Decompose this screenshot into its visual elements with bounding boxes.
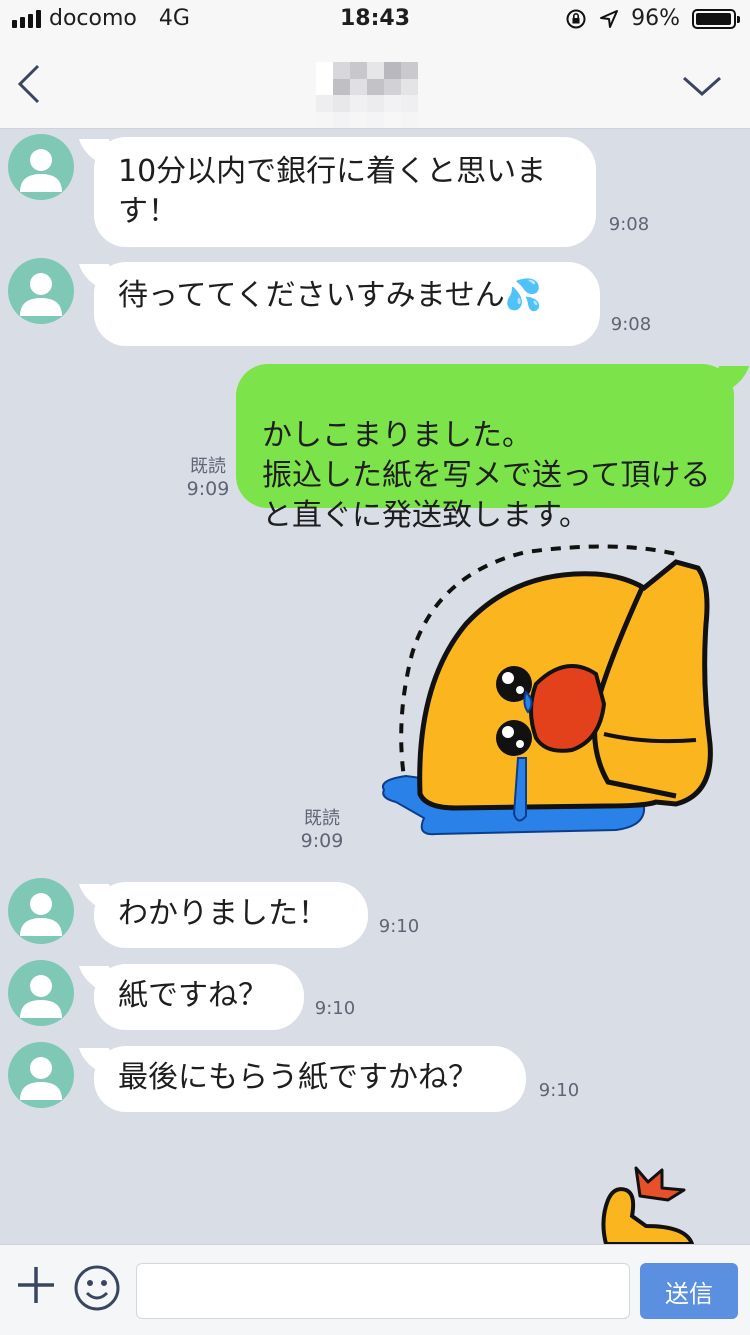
message-bubble-outgoing[interactable]: かしこまりました。 振込した紙を写メで送って頂けると直ぐに発送致します。 <box>236 364 734 533</box>
chevron-down-icon[interactable] <box>682 74 722 98</box>
message-text: 10分以内で銀行に着くと思います！ <box>118 154 547 229</box>
message-text: かしこまりました。 振込した紙を写メで送って頂けると直ぐに発送致します。 <box>262 418 711 533</box>
read-receipt: 既読 9:09 <box>178 456 238 500</box>
message-bubble-incoming[interactable]: 10分以内で銀行に着くと思います！ <box>94 137 596 247</box>
contact-name-pixelated[interactable] <box>316 62 418 128</box>
read-receipt: 既読 9:09 <box>292 808 352 852</box>
avatar[interactable] <box>8 1042 74 1108</box>
message-text: 最後にもらう紙ですかね？ <box>118 1060 478 1095</box>
message-text: 紙ですね？ <box>118 978 268 1013</box>
message-input-bar: 送信 <box>0 1244 750 1335</box>
status-right: 96% <box>565 6 740 31</box>
message-time: 9:09 <box>186 478 230 500</box>
thumbs-up-sticker[interactable] <box>596 1160 706 1244</box>
default-user-icon <box>20 1057 62 1100</box>
avatar[interactable] <box>8 878 74 944</box>
message-input[interactable] <box>136 1263 630 1319</box>
chat-header <box>0 40 750 129</box>
location-arrow-icon <box>600 9 619 28</box>
message-time: 9:10 <box>378 916 420 937</box>
smiley-icon[interactable] <box>74 1265 120 1311</box>
read-label: 既読 <box>304 808 340 829</box>
avatar[interactable] <box>8 134 74 200</box>
message-bubble-incoming[interactable]: わかりました！ <box>94 882 368 948</box>
battery-icon <box>692 8 740 29</box>
crying-chick-sticker[interactable] <box>376 544 720 840</box>
read-label: 既読 <box>190 456 226 477</box>
default-user-icon <box>20 893 62 936</box>
avatar[interactable] <box>8 258 74 324</box>
message-text: 待っててくださいすみません💦 <box>118 278 543 313</box>
message-time: 9:10 <box>538 1080 580 1101</box>
battery-fill <box>696 12 731 25</box>
message-bubble-incoming[interactable]: 待っててくださいすみません💦 <box>94 262 600 346</box>
status-bar: docomo 4G 18:43 96% <box>0 0 750 40</box>
plus-icon[interactable] <box>16 1265 56 1305</box>
default-user-icon <box>20 273 62 316</box>
default-user-icon <box>20 149 62 192</box>
battery-percent: 96% <box>631 6 680 31</box>
default-user-icon <box>20 975 62 1018</box>
message-time: 9:08 <box>608 214 650 235</box>
rotation-lock-icon <box>566 9 586 28</box>
message-text: わかりました！ <box>118 896 328 931</box>
message-time: 9:08 <box>610 314 652 335</box>
message-bubble-incoming[interactable]: 最後にもらう紙ですかね？ <box>94 1046 526 1112</box>
message-bubble-incoming[interactable]: 紙ですね？ <box>94 964 304 1030</box>
send-button[interactable]: 送信 <box>640 1263 738 1319</box>
avatar[interactable] <box>8 960 74 1026</box>
message-time: 9:10 <box>314 998 356 1019</box>
chevron-left-icon[interactable] <box>14 62 44 106</box>
message-time: 9:09 <box>300 830 344 852</box>
